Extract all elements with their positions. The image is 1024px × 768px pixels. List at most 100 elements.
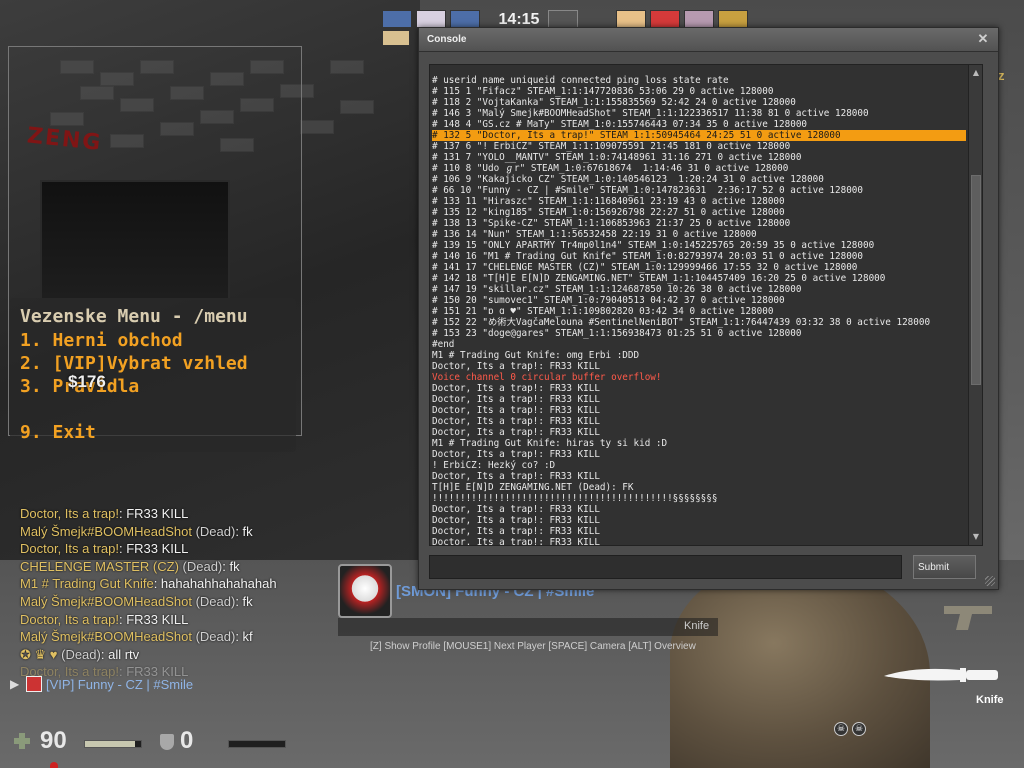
console-line-error: Voice channel 0 circular buffer overflow… [432,372,662,383]
menu-item-shop[interactable]: 1. Herni obchod [20,330,183,351]
chat-dead-tag: (Dead) [57,646,101,662]
menu-item-exit[interactable]: 9. Exit [20,422,96,443]
chat-dead-tag: (Dead) [191,593,236,609]
t-player-slot [650,10,680,28]
health-value: 90 [40,727,67,754]
console-line: # 106 9 "Kakajicko CZ" STEAM_1:0:1405461… [432,174,824,185]
console-line: Doctor, Its a trap!: FR33 KILL [432,471,600,482]
ct-player-slot [416,10,446,28]
chat-log: Doctor, Its a trap!: FR33 KILL Malý Šmejk… [20,506,350,682]
chat-dead-tag: (Dead) [191,523,236,539]
chat-line: Malý Šmejk#BOOMHeadShot (Dead): fk [20,524,350,542]
console-titlebar[interactable]: Console ✕ [419,28,998,52]
console-output[interactable]: # userid name uniqueid connected ping lo… [429,64,983,546]
chat-message: : fk [222,558,240,574]
console-title: Console [427,34,467,45]
console-line: # 150 20 "sumovec1" STEAM_1:0:79040513 0… [432,295,785,306]
server-menu: Vezenske Menu - /menu 1. Herni obchod 2.… [10,298,296,452]
console-command-input[interactable] [429,555,902,579]
console-line: # 142 18 "T[H]E E[N]D ZENGAMING.NET" STE… [432,273,886,284]
console-line: Doctor, Its a trap!: FR33 KILL [432,515,600,526]
chat-message: : FR33 KILL [119,541,189,557]
armor-shield-icon [160,734,174,750]
console-line: # 137 6 "! ErbiCZ" STEAM_1:1:109075591 2… [432,141,791,152]
chat-player-name: ✪ ♛ ♥ [20,646,58,662]
console-line: # 147 19 "skillar.cz" STEAM_1:1:12468785… [432,284,802,295]
scroll-up-icon[interactable]: ▲ [970,67,982,79]
nip-logo-icon [548,10,578,28]
console-line: Doctor, Its a trap!: FR33 KILL [432,449,600,460]
spectated-player-avatar [338,564,392,618]
console-line: # 118 2 "VojtaKanka" STEAM_1:1:155835569… [432,97,796,108]
scroll-thumb[interactable] [971,175,981,385]
resize-grip-icon[interactable] [985,576,995,586]
console-scrollbar[interactable]: ▲ ▼ [968,65,982,545]
menu-title: Vezenske Menu - /menu [20,306,248,327]
chat-player-name: Doctor, Its a trap! [20,541,119,557]
submit-button[interactable]: Submit [913,555,976,579]
bomb-indicator-icon [50,762,58,768]
chat-message: : fk [235,593,253,609]
ct-player-slot [450,10,480,28]
armor-value: 0 [180,727,194,754]
console-line: # 131 7 "YOLO__MANTV" STEAM_1:0:74148961… [432,152,802,163]
voice-player-name: [VIP] Funny - CZ | #Smile [46,676,194,692]
console-line: # 153 23 "doge@gares" STEAM_1:1:15693847… [432,328,802,339]
ct-player-slot [382,10,412,28]
console-line: # 151 21 "ɒ ɑ ♥" STEAM_1:1:109802820 03:… [432,306,774,317]
spectated-weapon: Knife [684,620,710,632]
chat-player-name: Malý Šmejk#BOOMHeadShot [20,523,192,539]
t-player-slot [684,10,714,28]
chat-dead-tag: (Dead) [191,629,236,645]
skull-icon: ☠ [852,722,866,736]
console-line: # userid name uniqueid connected ping lo… [432,75,729,86]
console-line: Doctor, Its a trap!: FR33 KILL [432,427,600,438]
voice-indicator: ▶ [VIP] Funny - CZ | #Smile [10,676,193,692]
console-line: M1 # Trading Gut Knife: omg Erbi :DDD [432,350,640,361]
console-line: Doctor, Its a trap!: FR33 KILL [432,405,600,416]
t-player-slot [718,10,748,28]
console-window[interactable]: Console ✕ # userid name uniqueid connect… [418,27,999,590]
console-line: # 140 16 "M1 # Trading Gut Knife" STEAM_… [432,251,863,262]
brick [330,60,364,74]
console-line: T[H]E E[N]D ZENGAMING.NET (Dead): FK [432,482,634,493]
console-line: Doctor, Its a trap!: FR33 KILL [432,537,600,546]
chat-line: CHELENGE MASTER (CZ) (Dead): fk [20,559,350,577]
spectator-controls-hint: [Z] Show Profile [MOUSE1] Next Player [S… [370,641,696,652]
console-line: ! ErbiCZ: Hezký co? :D [432,460,556,471]
scroll-down-icon[interactable]: ▼ [970,531,982,543]
console-line: # 133 11 "Hiraszc" STEAM_1:1:116840961 2… [432,196,785,207]
chat-message: : all rtv [100,646,140,662]
chat-line: ✪ ♛ ♥ (Dead): all rtv [20,647,350,665]
console-line: Doctor, Its a trap!: FR33 KILL [432,394,600,405]
console-line: # 139 15 "ONLY APARTMY Tr4mp0l1n4" STEAM… [432,240,875,251]
console-line: # 141 17 "CHELENGE MASTER (CZ)" STEAM_1:… [432,262,858,273]
chat-player-name: CHELENGE MASTER (CZ) [20,558,179,574]
t-player-slot [616,10,646,28]
console-line: #end [432,339,455,350]
console-line: # 148 4 "GS.cz # MaTy" STEAM_1:0:1557464… [432,119,808,130]
chat-message: : FR33 KILL [119,611,189,627]
money-display: $176 [68,372,106,391]
speaker-icon: ▶ [10,677,20,691]
console-line: # 110 8 "Udo ℊr" STEAM_1:0:67618674 1:14… [432,163,789,174]
close-icon[interactable]: ✕ [976,32,990,46]
chat-player-name: Malý Šmejk#BOOMHeadShot [20,593,192,609]
console-line: Doctor, Its a trap!: FR33 KILL [432,361,600,372]
console-line: # 152 22 "め術大VagčaMelouna #SentinelNeniB… [432,317,931,328]
brick [340,100,374,114]
chat-line: Malý Šmejk#BOOMHeadShot (Dead): kf [20,629,350,647]
spectator-info-bar [338,618,718,636]
menu-item-vip-skin[interactable]: 2. [VIP]Vybrat vzhled [20,353,248,374]
chat-message: : fk [235,523,253,539]
health-bar-fill [85,741,136,747]
skull-icon: ☠ [834,722,848,736]
voice-player-avatar [26,676,42,692]
ct-player-slot [382,30,410,46]
chat-player-name: Doctor, Its a trap! [20,506,119,521]
knife-label: Knife [976,694,1004,706]
chat-dead-tag: (Dead) [178,558,223,574]
console-line: # 115 1 "Fifacz" STEAM_1:1:147720836 53:… [432,86,774,97]
console-line: Doctor, Its a trap!: FR33 KILL [432,504,600,515]
chat-line: Doctor, Its a trap!: FR33 KILL [20,612,350,630]
